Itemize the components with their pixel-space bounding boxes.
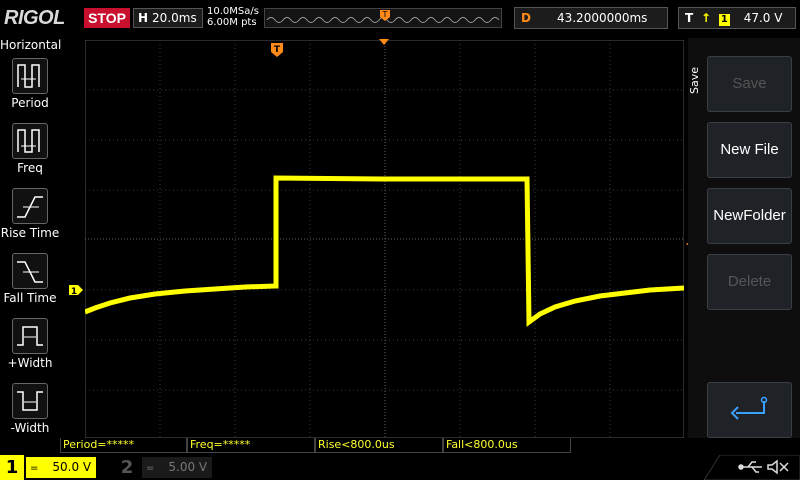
rising-edge-icon: ↑: [701, 11, 712, 25]
waveform-display[interactable]: [85, 40, 684, 438]
trigger-position-marker-label: T: [274, 45, 281, 55]
return-arrow-icon: [730, 396, 768, 420]
center-marker: [379, 39, 389, 45]
delay-offset[interactable]: D 43.2000000ms: [514, 7, 668, 29]
acquisition-info: 10.0MSa/s 6.00M pts: [207, 6, 259, 28]
trigger-source: 1: [718, 14, 730, 26]
trigger-position-marker: T: [271, 43, 283, 57]
fall-time-icon: [12, 253, 48, 289]
measure-negative-width-item[interactable]: -Width: [0, 383, 60, 447]
horizontal-scale[interactable]: H 20.0ms: [133, 8, 203, 28]
memory-trigger-marker-label: T: [382, 10, 388, 19]
measure-rise-time-item[interactable]: Rise Time: [0, 188, 60, 252]
channel1-ground-marker: 1: [69, 285, 83, 296]
positive-width-label: +Width: [7, 356, 53, 370]
measure-freq-item[interactable]: Freq: [0, 123, 60, 187]
measure-menu-title: Horizontal: [0, 38, 62, 52]
delay-value: 43.2000000ms: [556, 11, 648, 25]
rise-time-label: Rise Time: [0, 226, 60, 240]
measure-fall-time-item[interactable]: Fall Time: [0, 253, 60, 317]
trigger-label: T: [685, 11, 694, 25]
save-menu-title: Save: [688, 66, 701, 94]
return-button[interactable]: [707, 382, 792, 438]
coupling-icon: =: [146, 463, 155, 474]
freq-label: Freq: [17, 161, 43, 175]
positive-width-icon: [12, 318, 48, 354]
period-label: Period: [11, 96, 49, 110]
negative-width-label: -Width: [10, 421, 50, 435]
channel1-scale-value: 50.0 V: [52, 460, 92, 474]
sample-rate: 10.0MSa/s: [207, 6, 259, 17]
measurement-rise[interactable]: Rise<800.0us: [315, 438, 443, 453]
negative-width-icon: [12, 383, 48, 419]
memory-trigger-marker: T: [380, 10, 390, 21]
status-icons: [704, 455, 800, 480]
period-icon: [12, 58, 48, 94]
memory-depth: 6.00M pts: [207, 17, 257, 28]
measurement-fall[interactable]: Fall<800.0us: [443, 438, 571, 453]
channel2-number[interactable]: 2: [116, 455, 138, 480]
trigger-settings[interactable]: T ↑ 1 47.0 V: [678, 7, 796, 29]
trigger-level: 47.0 V: [743, 11, 783, 25]
new-folder-button[interactable]: NewFolder: [707, 188, 792, 244]
delay-label: D: [521, 11, 531, 25]
channel2-scale[interactable]: = 5.00 V: [142, 457, 212, 478]
brand-logo: RIGOL: [4, 7, 65, 29]
measurement-period[interactable]: Period=*****: [60, 438, 187, 453]
horizontal-scale-value: 20.0ms: [152, 11, 197, 25]
channel2-scale-value: 5.00 V: [168, 460, 208, 474]
measure-positive-width-item[interactable]: +Width: [0, 318, 60, 382]
measure-period-item[interactable]: Period: [0, 58, 60, 122]
memory-waveform-preview: T: [266, 10, 500, 23]
new-file-button[interactable]: New File: [707, 122, 792, 178]
coupling-icon: =: [30, 463, 39, 474]
horizontal-label: H: [138, 11, 149, 25]
channel1-number[interactable]: 1: [0, 455, 24, 480]
measurement-freq[interactable]: Freq=*****: [187, 438, 315, 453]
frequency-icon: [12, 123, 48, 159]
channel1-ground-marker-label: 1: [71, 287, 77, 296]
fall-time-label: Fall Time: [3, 291, 57, 305]
memory-overview: T: [264, 8, 502, 28]
channel1-scale[interactable]: = 50.0 V: [26, 457, 96, 478]
save-button[interactable]: Save: [707, 56, 792, 112]
rise-time-icon: [12, 188, 48, 224]
run-stop-status[interactable]: STOP: [84, 8, 130, 28]
delete-button[interactable]: Delete: [707, 254, 792, 310]
